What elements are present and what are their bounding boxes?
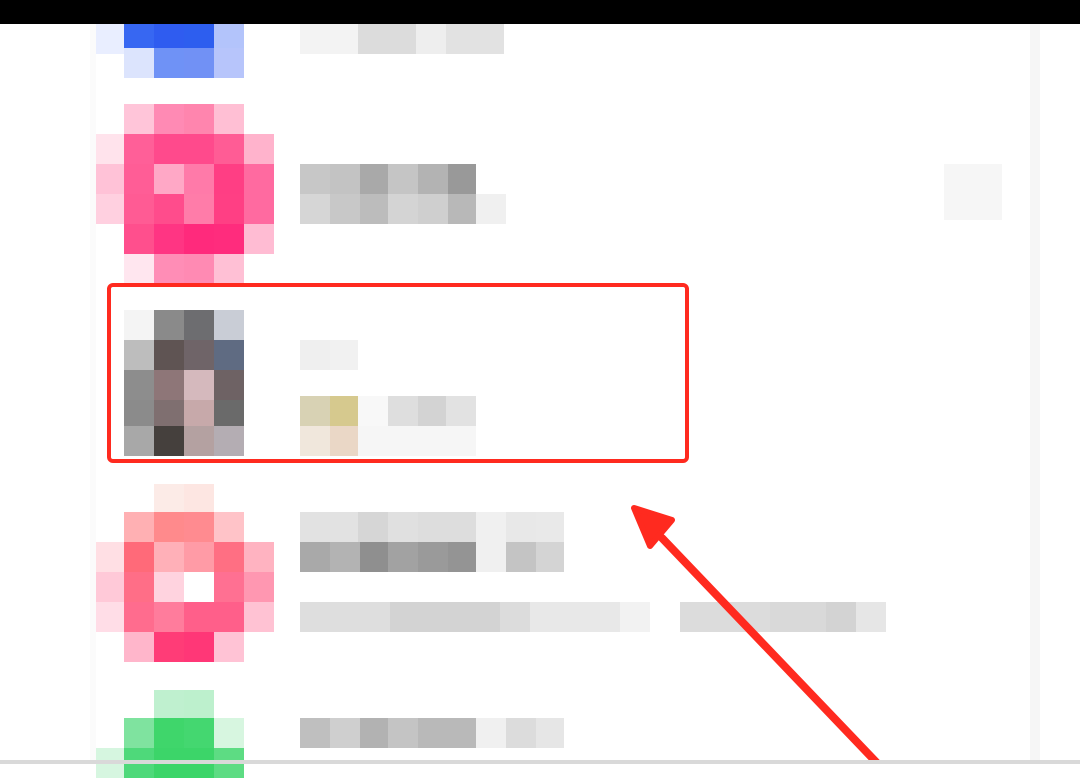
annotation-arrow-icon	[631, 505, 882, 764]
screen-bottom-edge	[0, 760, 1080, 764]
